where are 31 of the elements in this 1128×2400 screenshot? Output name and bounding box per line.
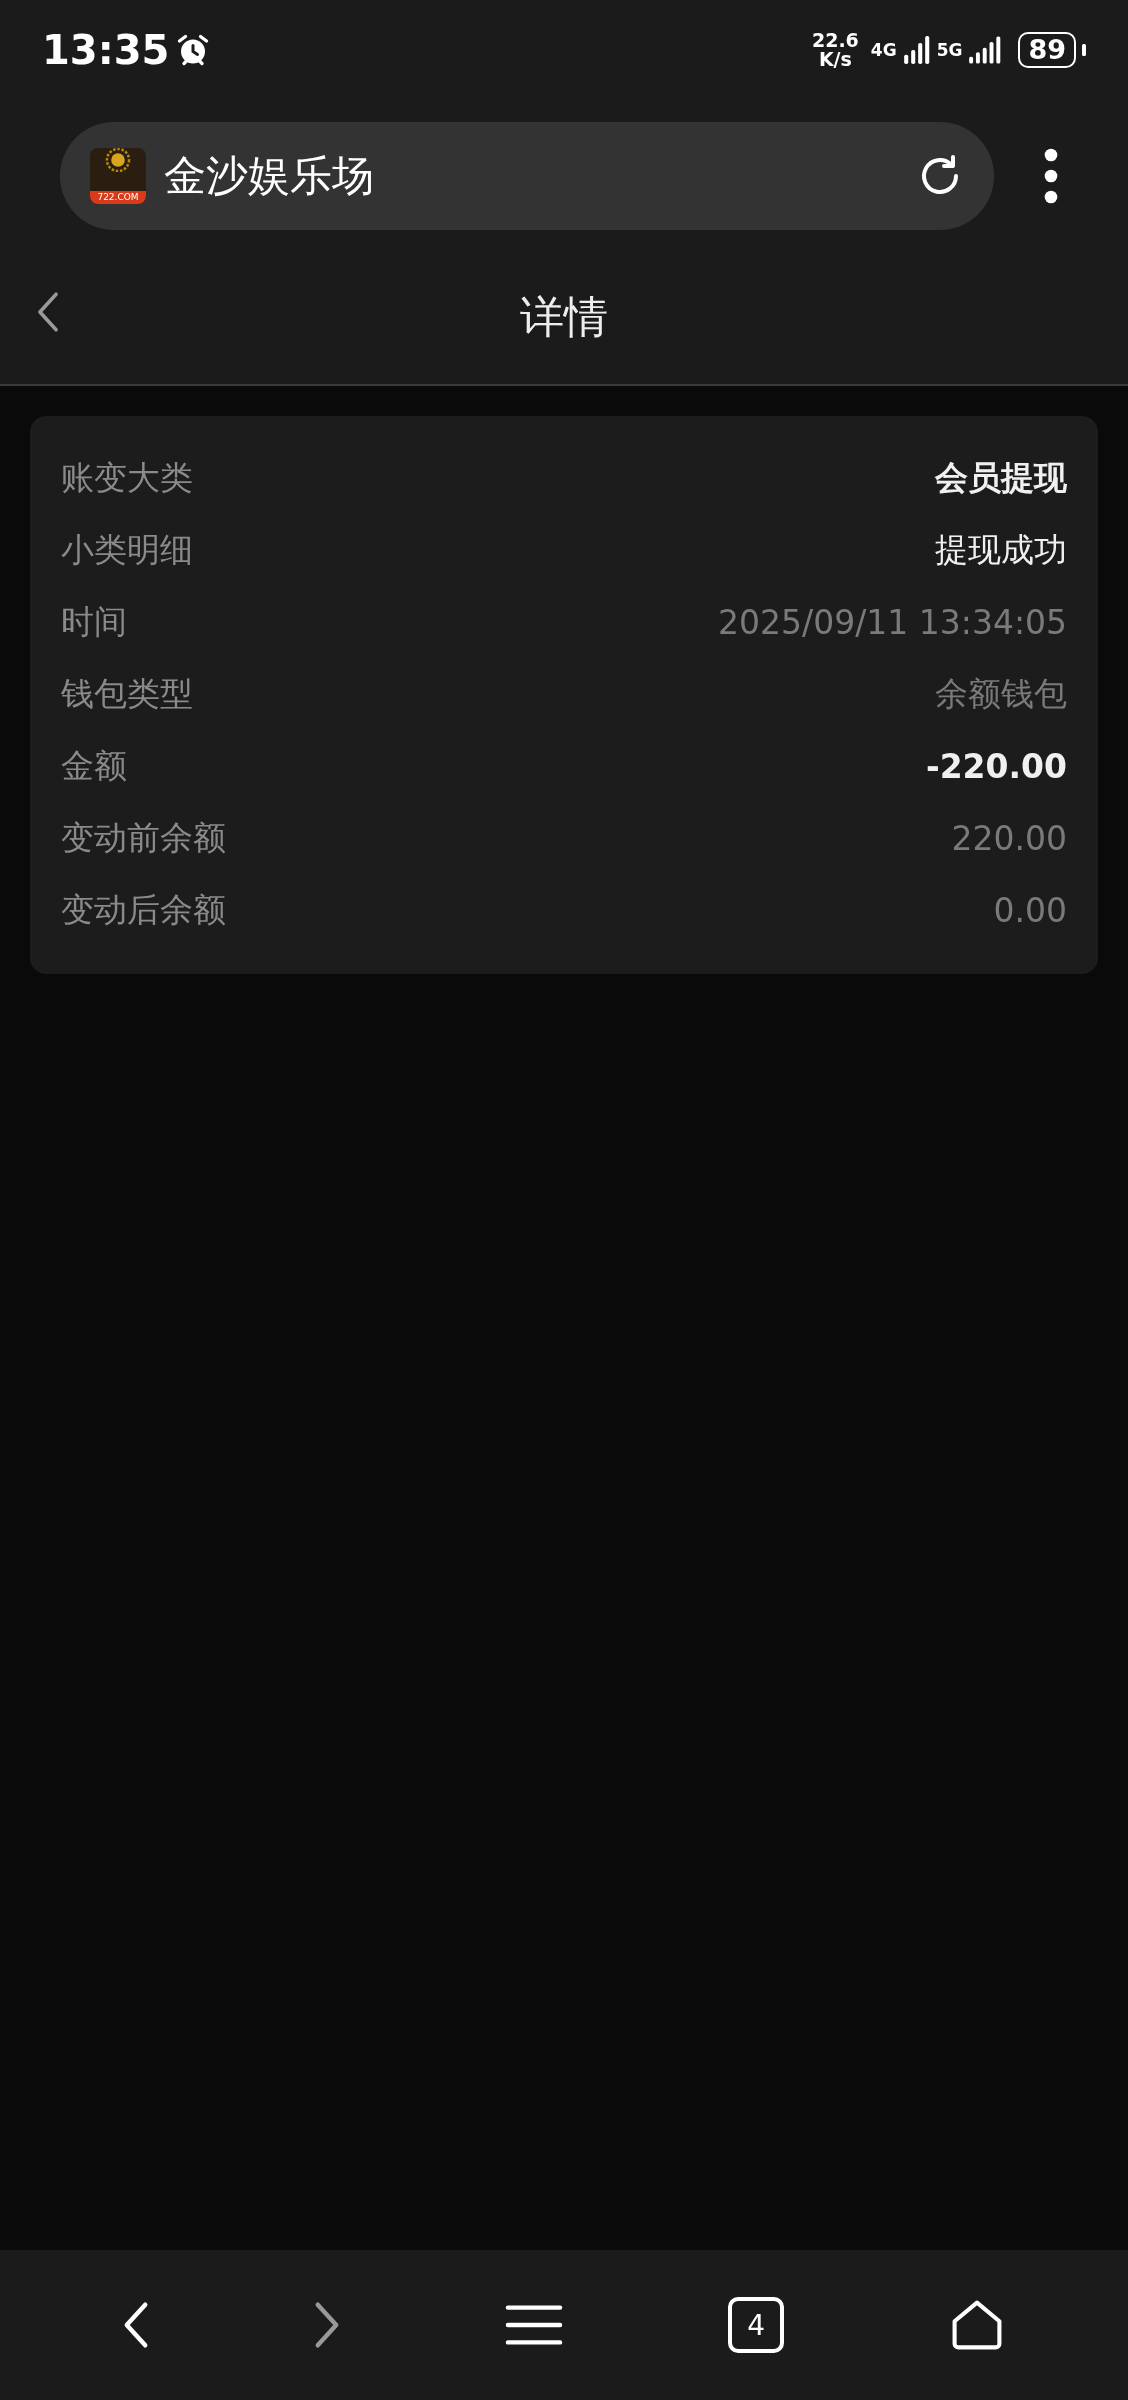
address-bar[interactable]: 722.COM 金沙娱乐场	[60, 122, 994, 230]
status-time: 13:35	[42, 27, 170, 73]
detail-value: 会员提现	[935, 456, 1067, 499]
detail-value: 余额钱包	[935, 672, 1067, 715]
detail-label: 时间	[61, 600, 127, 643]
more-options-icon[interactable]	[1044, 148, 1058, 204]
detail-label: 变动前余额	[61, 816, 226, 859]
page-title: 详情	[520, 289, 608, 344]
tab-count-button[interactable]: 4	[728, 2297, 785, 2353]
battery-indicator: 89	[1018, 32, 1076, 68]
menu-icon[interactable]	[504, 2303, 563, 2347]
detail-value: 220.00	[951, 818, 1067, 858]
detail-label: 小类明细	[61, 528, 193, 571]
back-icon[interactable]	[36, 291, 60, 333]
signal-icon	[902, 35, 931, 65]
detail-value: -220.00	[925, 746, 1067, 786]
detail-value: 2025/09/11 13:34:05	[718, 602, 1067, 642]
detail-value: 提现成功	[935, 528, 1067, 571]
signal-icon	[968, 35, 1003, 65]
detail-label: 金额	[61, 744, 127, 787]
detail-label: 钱包类型	[61, 672, 193, 715]
network-speed: 22.6	[811, 31, 859, 50]
speed-unit: K/s	[818, 50, 852, 69]
detail-value: 0.00	[993, 890, 1067, 930]
back-icon[interactable]	[122, 2301, 149, 2349]
network-type: 4G	[870, 40, 897, 60]
detail-label: 账变大类	[61, 456, 193, 499]
favicon-text: 722.COM	[90, 190, 146, 204]
network-type: 5G	[936, 40, 963, 60]
battery-nib-icon	[1082, 44, 1086, 56]
detail-label: 变动后余额	[61, 888, 226, 931]
